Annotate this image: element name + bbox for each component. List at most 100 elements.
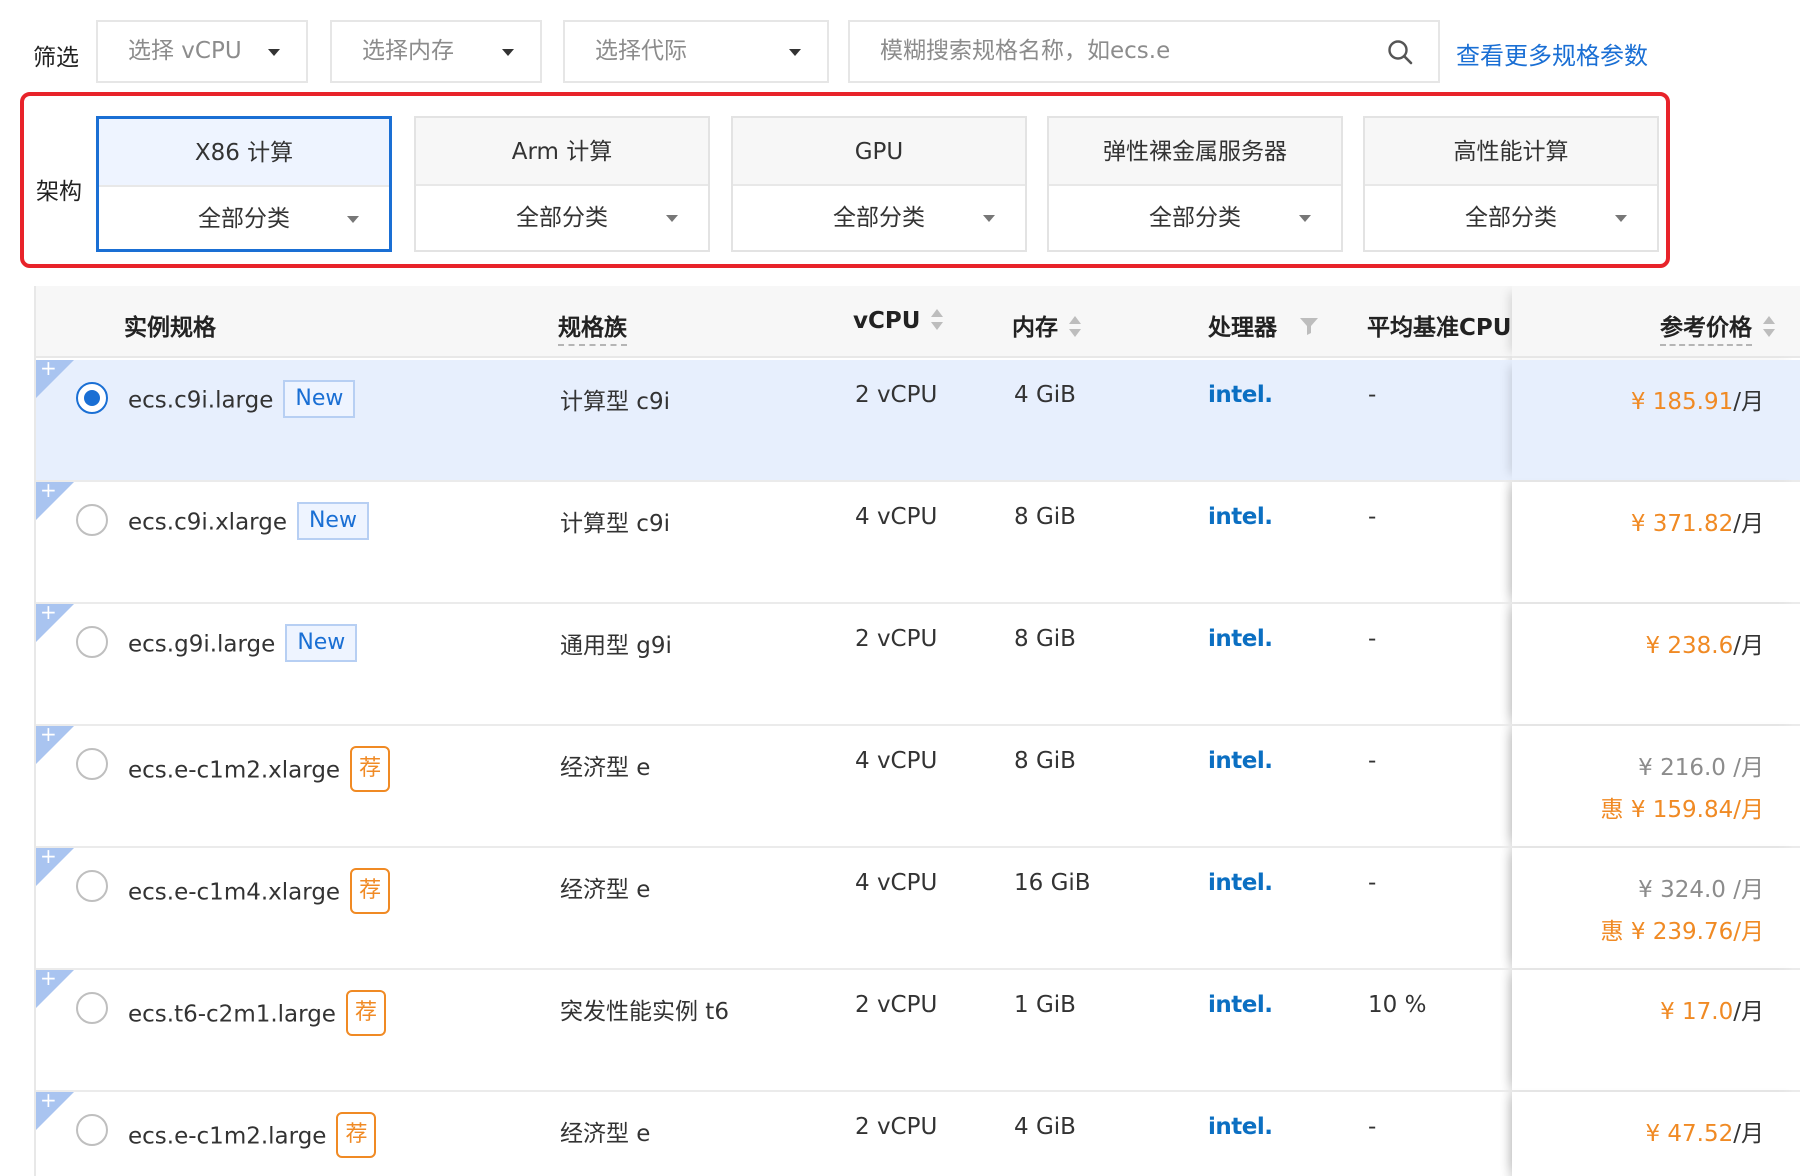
header-vcpu[interactable]: vCPU xyxy=(853,308,944,335)
spec-cell: ecs.e-c1m2.large 荐 xyxy=(128,1112,377,1160)
plus-icon[interactable]: + xyxy=(40,600,57,624)
table-row[interactable]: + ecs.c9i.xlarge New 计算型 c9i 4 vCPU 8 GiB… xyxy=(36,478,1800,604)
spec-cell: ecs.c9i.large New xyxy=(128,380,356,420)
plus-icon[interactable]: + xyxy=(40,1088,57,1112)
intel-logo-icon: intel. xyxy=(1208,992,1273,1018)
arch-card-arm[interactable]: Arm 计算 全部分类 xyxy=(414,116,710,252)
search-placeholder: 模糊搜索规格名称，如ecs.e xyxy=(880,38,1171,64)
arch-category-select[interactable]: 全部分类 xyxy=(1365,186,1657,252)
header-baseline-cpu: 平均基准CPU xyxy=(1367,315,1512,341)
sort-icon[interactable] xyxy=(930,307,944,333)
memory-cell: 4 GiB xyxy=(1014,382,1076,408)
original-price: ¥ 216.0 /月 xyxy=(1638,755,1764,781)
memory-cell: 4 GiB xyxy=(1014,1114,1076,1140)
plus-icon[interactable]: + xyxy=(40,722,57,746)
arch-card-x86[interactable]: X86 计算 全部分类 xyxy=(96,116,392,252)
arch-category-value: 全部分类 xyxy=(1465,205,1557,231)
arch-category-select[interactable]: 全部分类 xyxy=(416,186,708,252)
memory-cell: 8 GiB xyxy=(1014,626,1076,652)
baseline-cell: - xyxy=(1368,504,1377,530)
row-radio[interactable] xyxy=(76,992,108,1024)
intel-logo-icon: intel. xyxy=(1208,1114,1273,1140)
caret-down-icon xyxy=(1615,215,1627,222)
row-radio[interactable] xyxy=(76,626,108,658)
price-cell: ¥ 185.91/月 xyxy=(1512,360,1800,480)
more-spec-params-link[interactable]: 查看更多规格参数 xyxy=(1456,36,1648,71)
vcpu-select[interactable]: 选择 vCPU xyxy=(96,20,308,83)
vcpu-cell: 2 vCPU xyxy=(855,992,938,1018)
new-badge: New xyxy=(285,624,358,662)
price-value: ¥ 238.6/月 xyxy=(1645,633,1764,659)
memory-cell: 16 GiB xyxy=(1014,870,1091,896)
price-cell: ¥ 371.82/月 xyxy=(1512,482,1800,602)
sort-icon[interactable] xyxy=(1068,314,1082,340)
sort-icon[interactable] xyxy=(1762,314,1776,340)
spec-cell: ecs.e-c1m4.xlarge 荐 xyxy=(128,868,391,916)
table-row[interactable]: + ecs.t6-c2m1.large 荐 突发性能实例 t6 2 vCPU 1 … xyxy=(36,966,1800,1092)
price-value: ¥ 17.0/月 xyxy=(1660,999,1764,1025)
table-row[interactable]: + ecs.e-c1m2.xlarge 荐 经济型 e 4 vCPU 8 GiB … xyxy=(36,722,1800,848)
search-icon[interactable] xyxy=(1386,38,1414,66)
new-badge: New xyxy=(296,502,369,540)
arch-card-hpc[interactable]: 高性能计算 全部分类 xyxy=(1363,116,1659,252)
caret-down-icon xyxy=(268,49,280,56)
recommend-badge: 荐 xyxy=(345,990,386,1036)
caret-down-icon xyxy=(502,49,514,56)
price-cell: ¥ 17.0/月 xyxy=(1512,970,1800,1090)
arch-name: 高性能计算 xyxy=(1365,118,1657,186)
header-memory[interactable]: 内存 xyxy=(1012,308,1082,342)
family-cell: 经济型 e xyxy=(560,755,651,781)
recommend-badge: 荐 xyxy=(350,746,391,792)
generation-select[interactable]: 选择代际 xyxy=(563,20,829,83)
arch-card-gpu[interactable]: GPU 全部分类 xyxy=(731,116,1027,252)
vcpu-cell: 4 vCPU xyxy=(855,504,938,530)
original-price: ¥ 324.0 /月 xyxy=(1638,877,1764,903)
arch-category-select[interactable]: 全部分类 xyxy=(99,187,389,253)
vcpu-cell: 2 vCPU xyxy=(855,382,938,408)
row-radio[interactable] xyxy=(76,382,108,414)
price-cell: ¥ 238.6/月 xyxy=(1512,604,1800,724)
arch-category-select[interactable]: 全部分类 xyxy=(733,186,1025,252)
spec-cell: ecs.e-c1m2.xlarge 荐 xyxy=(128,746,391,794)
baseline-cell: - xyxy=(1368,870,1377,896)
row-radio[interactable] xyxy=(76,504,108,536)
arch-category-select[interactable]: 全部分类 xyxy=(1049,186,1341,252)
header-price[interactable]: 参考价格 xyxy=(1660,308,1776,346)
vcpu-select-value: 选择 vCPU xyxy=(128,38,242,64)
table-row[interactable]: + ecs.e-c1m4.xlarge 荐 经济型 e 4 vCPU 16 GiB… xyxy=(36,844,1800,970)
table-row[interactable]: + ecs.e-c1m2.large 荐 经济型 e 2 vCPU 4 GiB i… xyxy=(36,1088,1800,1176)
spec-search-input[interactable]: 模糊搜索规格名称，如ecs.e xyxy=(848,20,1440,83)
arch-category-value: 全部分类 xyxy=(198,206,290,232)
caret-down-icon xyxy=(347,216,359,223)
arch-name: GPU xyxy=(733,118,1025,186)
recommend-badge: 荐 xyxy=(350,868,391,914)
row-radio[interactable] xyxy=(76,748,108,780)
family-cell: 计算型 c9i xyxy=(560,389,670,415)
architecture-label: 架构 xyxy=(36,179,82,205)
family-cell: 通用型 g9i xyxy=(560,633,672,659)
caret-down-icon xyxy=(1299,215,1311,222)
memory-cell: 1 GiB xyxy=(1014,992,1076,1018)
memory-select[interactable]: 选择内存 xyxy=(330,20,542,83)
plus-icon[interactable]: + xyxy=(40,356,57,380)
table-row[interactable]: + ecs.g9i.large New 通用型 g9i 2 vCPU 8 GiB … xyxy=(36,600,1800,726)
plus-icon[interactable]: + xyxy=(40,478,57,502)
price-cell: ¥ 216.0 /月 惠 ¥ 159.84/月 xyxy=(1512,726,1800,846)
instance-spec-table: 实例规格 规格族 vCPU 内存 处理器 平均基准CPU 参考价格 + ecs.… xyxy=(34,286,1800,1176)
plus-icon[interactable]: + xyxy=(40,844,57,868)
row-radio[interactable] xyxy=(76,1114,108,1146)
baseline-cell: - xyxy=(1368,382,1377,408)
price-value: ¥ 185.91/月 xyxy=(1630,389,1764,415)
arch-name: 弹性裸金属服务器 xyxy=(1049,118,1341,186)
filter-funnel-icon[interactable] xyxy=(1299,316,1319,336)
header-processor[interactable]: 处理器 xyxy=(1208,308,1319,342)
family-cell: 计算型 c9i xyxy=(560,511,670,537)
arch-card-bare-metal[interactable]: 弹性裸金属服务器 全部分类 xyxy=(1047,116,1343,252)
plus-icon[interactable]: + xyxy=(40,966,57,990)
intel-logo-icon: intel. xyxy=(1208,504,1273,530)
table-row[interactable]: + ecs.c9i.large New 计算型 c9i 2 vCPU 4 GiB … xyxy=(36,356,1800,482)
arch-category-value: 全部分类 xyxy=(833,205,925,231)
row-radio[interactable] xyxy=(76,870,108,902)
family-cell: 经济型 e xyxy=(560,877,651,903)
baseline-cell: - xyxy=(1368,748,1377,774)
